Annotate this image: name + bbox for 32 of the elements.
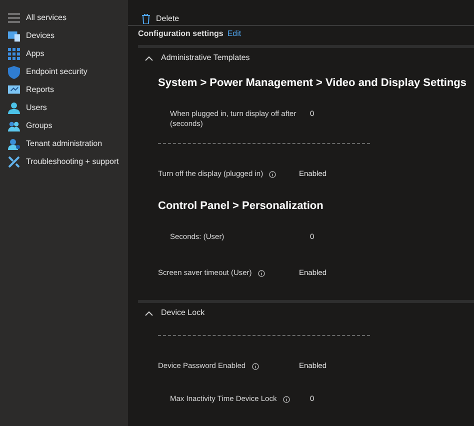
sidebar-item[interactable]: Endpoint security bbox=[0, 63, 128, 81]
chevron-up-icon bbox=[145, 310, 153, 316]
sidebar-item[interactable]: Tenant administration bbox=[0, 135, 128, 153]
info-icon[interactable] bbox=[282, 396, 290, 403]
list-icon bbox=[8, 13, 20, 23]
sidebar-item[interactable]: Reports bbox=[0, 81, 128, 99]
sidebar-item[interactable]: Troubleshooting + support bbox=[0, 153, 128, 171]
sidebar-item[interactable]: All services bbox=[0, 9, 128, 27]
section-title: Configuration settings bbox=[138, 28, 224, 40]
shield-icon bbox=[8, 66, 20, 78]
user-icon bbox=[8, 138, 20, 150]
sidebar-item[interactable]: Devices bbox=[0, 27, 128, 45]
grid-icon bbox=[8, 48, 20, 60]
chart-icon bbox=[8, 84, 20, 96]
chevron-up-icon bbox=[145, 56, 153, 60]
user-icon bbox=[8, 102, 20, 114]
tools-icon bbox=[8, 156, 20, 168]
devices-icon bbox=[8, 30, 20, 42]
trash-icon bbox=[142, 14, 150, 24]
delete-button[interactable]: Delete bbox=[142, 13, 180, 26]
group-heading: System > Power Management > Video and Display Settings bbox=[158, 76, 468, 91]
users-icon bbox=[8, 120, 20, 132]
section-toggle[interactable]: Administrative Templates bbox=[138, 48, 250, 68]
edit-link[interactable]: Edit bbox=[227, 28, 242, 40]
info-icon[interactable] bbox=[269, 170, 276, 178]
group-heading: Control Panel > Personalization bbox=[158, 198, 324, 214]
info-icon[interactable] bbox=[252, 362, 259, 370]
section-toggle[interactable]: Device Lock bbox=[138, 303, 205, 323]
sidebar-item[interactable]: Users bbox=[0, 99, 128, 117]
info-icon[interactable] bbox=[258, 270, 265, 277]
sidebar-item[interactable]: Apps bbox=[0, 45, 128, 63]
sidebar-item[interactable]: Groups bbox=[0, 117, 128, 135]
